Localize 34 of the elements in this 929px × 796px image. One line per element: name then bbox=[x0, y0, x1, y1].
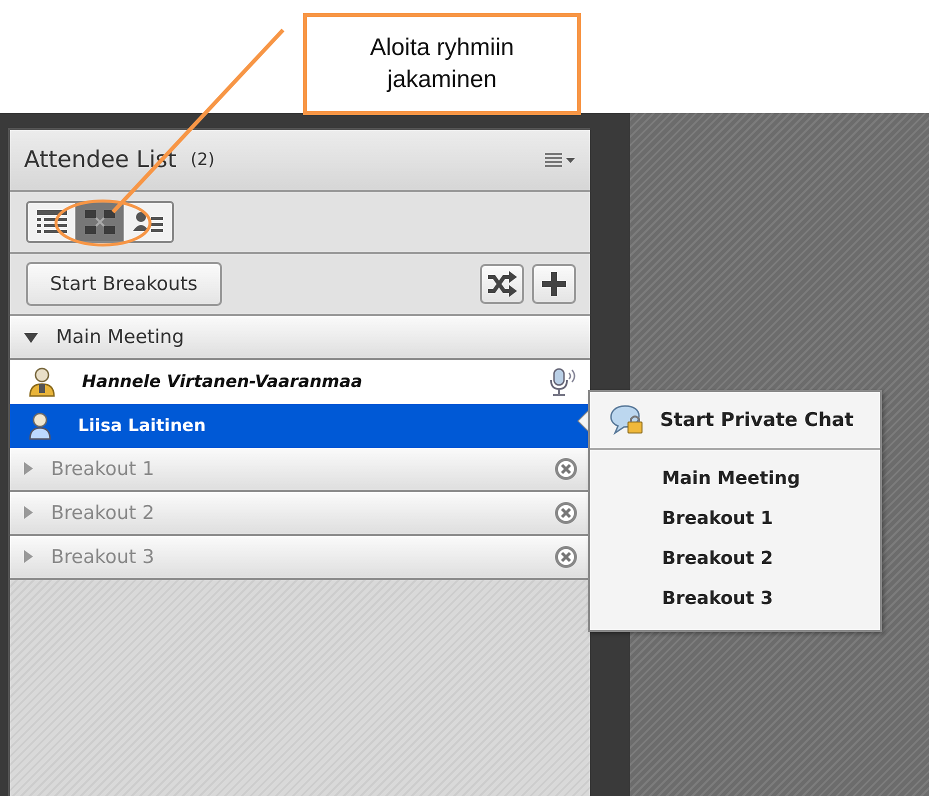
list-view-button[interactable] bbox=[28, 203, 76, 241]
attendee-row[interactable]: Hannele Virtanen-Vaaranmaa bbox=[10, 360, 590, 404]
plus-icon bbox=[541, 271, 567, 297]
shuffle-icon bbox=[486, 271, 518, 297]
group-name: Breakout 2 bbox=[51, 502, 154, 524]
menu-item[interactable]: Breakout 3 bbox=[590, 578, 880, 618]
menu-item[interactable]: Main Meeting bbox=[590, 458, 880, 498]
group-header[interactable]: Main Meeting bbox=[10, 316, 590, 360]
close-icon[interactable] bbox=[554, 545, 578, 569]
presenter-icon bbox=[132, 209, 164, 235]
add-button[interactable] bbox=[532, 264, 576, 304]
close-icon[interactable] bbox=[554, 457, 578, 481]
attendee-count: (2) bbox=[190, 150, 215, 170]
expanded-caret-icon[interactable] bbox=[24, 332, 38, 342]
menu-item[interactable]: Breakout 1 bbox=[590, 498, 880, 538]
attendee-name: Liisa Laitinen bbox=[78, 416, 206, 436]
user-icon bbox=[28, 412, 52, 440]
menu-icon[interactable] bbox=[544, 152, 576, 168]
list-icon bbox=[36, 209, 68, 235]
menu-item[interactable]: Breakout 2 bbox=[590, 538, 880, 578]
start-breakouts-button[interactable]: Start Breakouts bbox=[26, 262, 222, 306]
group-name: Main Meeting bbox=[56, 326, 184, 348]
attendee-name: Hannele Virtanen-Vaaranmaa bbox=[82, 372, 362, 392]
shuffle-button[interactable] bbox=[480, 264, 524, 304]
attendee-row[interactable]: Liisa Laitinen bbox=[10, 404, 590, 448]
breakout-view-button[interactable] bbox=[76, 203, 124, 241]
host-user-icon bbox=[28, 367, 56, 397]
group-name: Breakout 3 bbox=[51, 546, 154, 568]
presenter-view-button[interactable] bbox=[124, 203, 172, 241]
breakout-icon bbox=[84, 209, 116, 235]
callout-text: Aloita ryhmiin jakaminen bbox=[370, 33, 514, 95]
chat-lock-icon bbox=[610, 404, 644, 436]
close-icon[interactable] bbox=[554, 501, 578, 525]
group-name: Breakout 1 bbox=[51, 458, 154, 480]
